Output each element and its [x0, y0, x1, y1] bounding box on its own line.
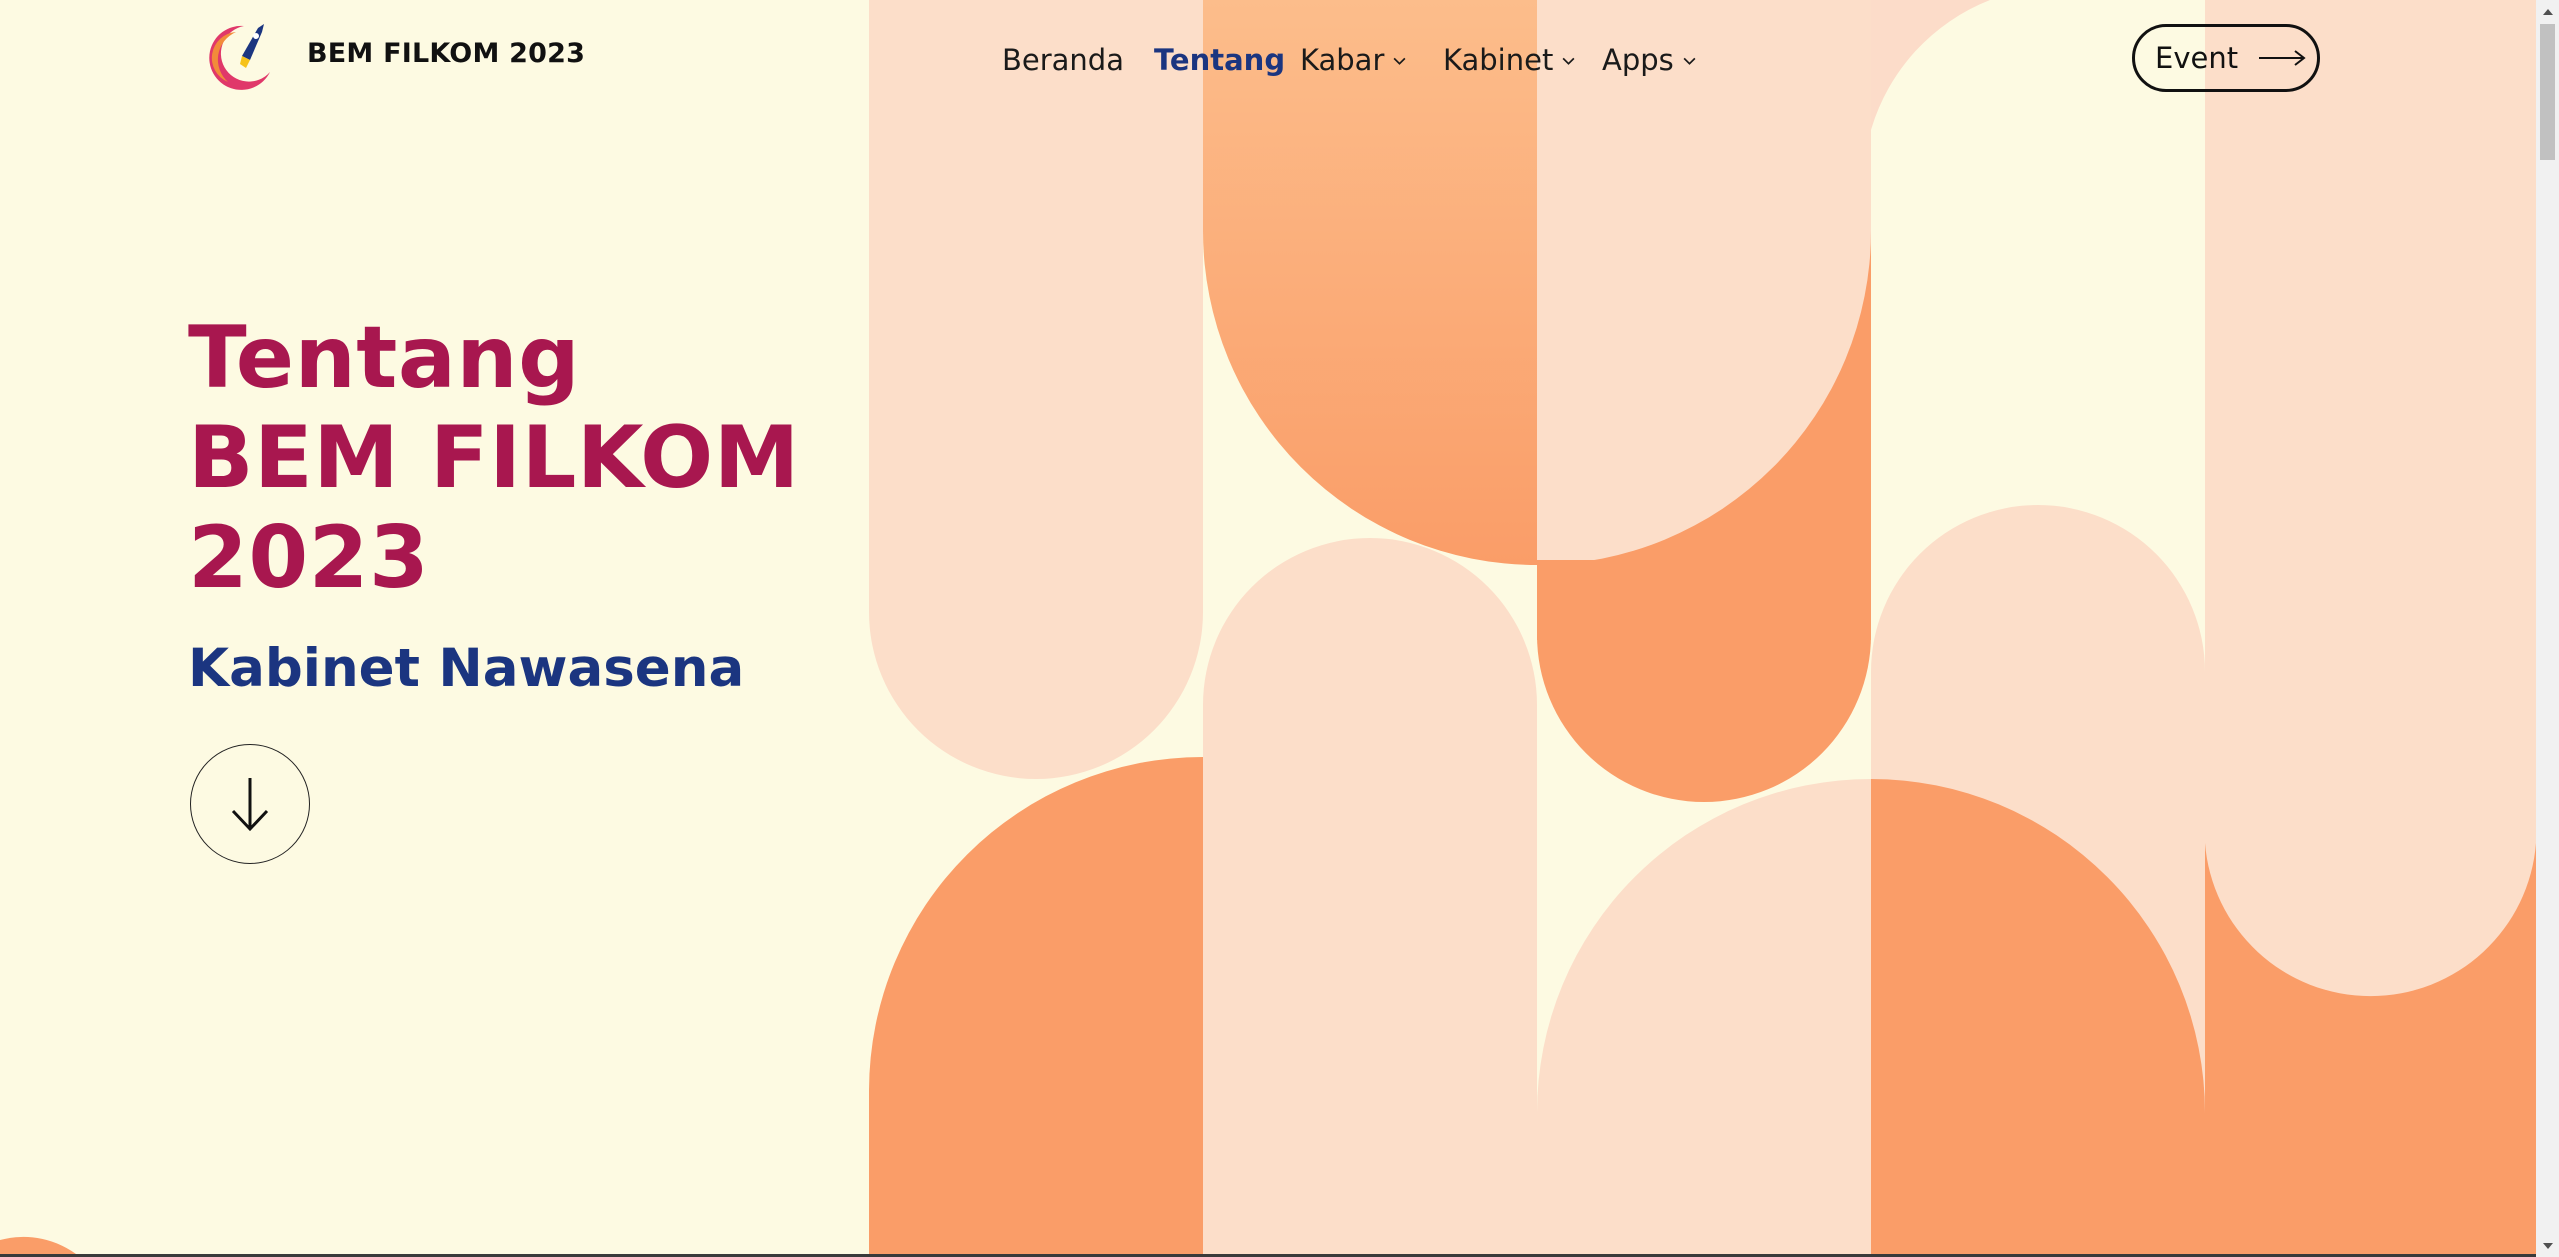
nav-item-tentang[interactable]: Tentang	[1154, 40, 1285, 80]
hero-subtitle: Kabinet Nawasena	[188, 638, 745, 699]
scrollbar-thumb[interactable]	[2540, 24, 2555, 160]
hero-decorative-shapes	[0, 0, 2536, 1257]
nav-item-label: Apps	[1602, 43, 1674, 77]
nav-item-label: Beranda	[1002, 43, 1124, 77]
hero-title-line: 2023	[188, 508, 430, 608]
hero-title-line: BEM FILKOM	[188, 408, 800, 508]
shape-col3-peach-dome	[1537, 779, 1871, 1257]
nav-item-kabar[interactable]: Kabar	[1300, 40, 1407, 80]
scroll-down-arrow-icon[interactable]	[2536, 1235, 2559, 1257]
event-button-label: Event	[2155, 41, 2239, 75]
shape-col1-peach-pill	[869, 0, 1203, 779]
hero-title-line: Tentang	[188, 308, 581, 408]
long-arrow-right-icon	[2259, 50, 2306, 66]
hero-title: Tentang BEM FILKOM 2023	[188, 308, 800, 608]
shape-col2-orange-bowl	[1203, 0, 1537, 565]
page-scrollbar[interactable]	[2536, 0, 2559, 1257]
scroll-down-button[interactable]	[190, 744, 310, 864]
nav-item-kabinet[interactable]: Kabinet	[1443, 40, 1576, 80]
brand-name[interactable]: BEM FILKOM 2023	[307, 38, 585, 69]
shape-col5-peach-pill	[2205, 0, 2536, 997]
arrow-down-icon	[231, 778, 269, 832]
nav-item-beranda[interactable]: Beranda	[1002, 40, 1124, 80]
shape-col1-orange-dome	[869, 757, 1203, 1257]
scroll-up-arrow-icon[interactable]	[2536, 0, 2559, 22]
chevron-down-icon	[1562, 57, 1575, 65]
shape-col2-peach-arch	[1203, 538, 1537, 1257]
nav-item-label: Kabinet	[1443, 43, 1554, 77]
chevron-down-icon	[1683, 57, 1696, 65]
nav-item-label: Tentang	[1154, 43, 1286, 77]
shape-col3-orange-pill-end	[1537, 560, 1871, 802]
page: BEM FILKOM 2023 Beranda Tentang Kabar Ka…	[0, 0, 2559, 1257]
nav-item-label: Kabar	[1300, 43, 1385, 77]
nav-item-apps[interactable]: Apps	[1602, 40, 1697, 80]
event-button[interactable]: Event	[2132, 24, 2320, 92]
chevron-down-icon	[1393, 57, 1406, 65]
bem-filkom-logo[interactable]	[206, 20, 282, 96]
